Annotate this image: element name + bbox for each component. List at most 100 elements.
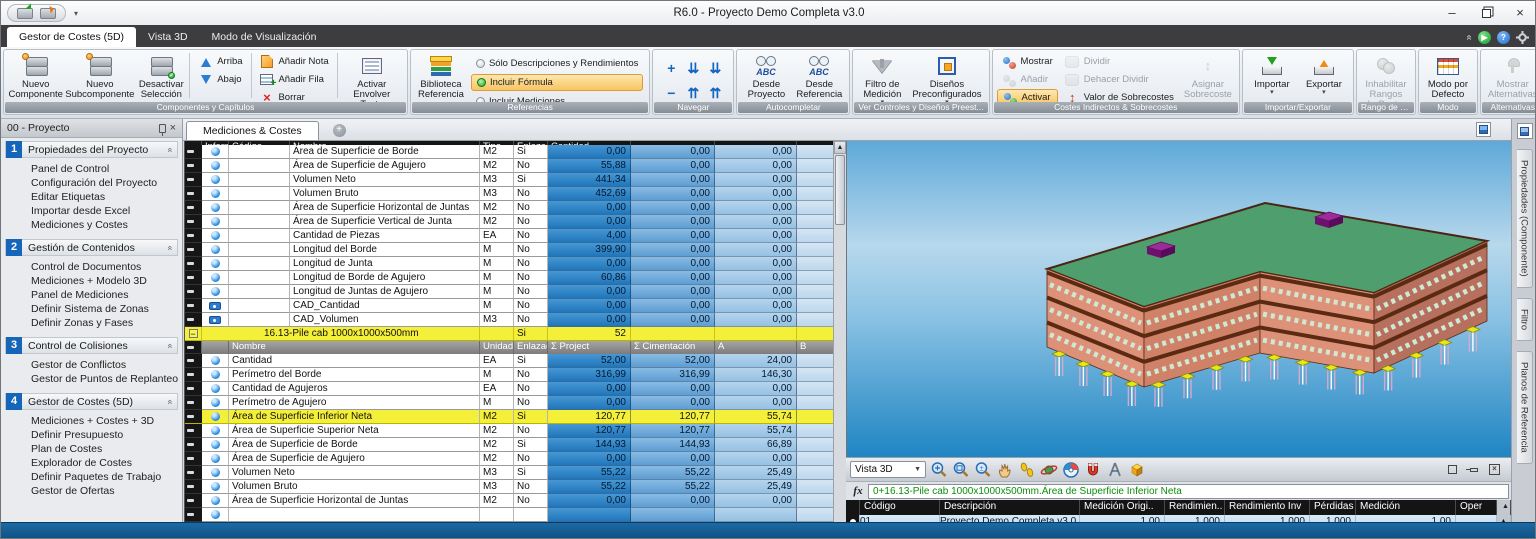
sidebar-item-mediciones-y-costes[interactable]: Mediciones y Costes (31, 218, 178, 232)
table-row[interactable]: Cantidad EA Si 52,00 52,00 24,00 (185, 354, 833, 368)
ribbon-tab-gestor-de-costes-5d[interactable]: Gestor de Costes (5D) (7, 27, 137, 47)
table-row[interactable]: CAD_Cantidad M No 0,00 0,00 0,00 (185, 299, 833, 313)
table-row[interactable]: Volumen Neto M3 Si 441,34 0,00 0,00 (185, 173, 833, 187)
magnet-snap-button[interactable] (1083, 460, 1103, 480)
zoom-dynamic-button[interactable] (929, 460, 949, 480)
pan-hand-button[interactable] (995, 460, 1015, 480)
nuevo-componente-button[interactable]: Nuevo Componente (8, 52, 63, 101)
viewport-pin-icon[interactable] (1465, 464, 1480, 476)
table-scrollbar[interactable]: ▲ (833, 141, 846, 522)
qat-customize-icon[interactable]: ▾ (74, 9, 78, 18)
sidebar-item-panel-de-mediciones[interactable]: Panel de Mediciones (31, 288, 178, 302)
desactivar-seleccion-button[interactable]: ✓ Desactivar Selección (136, 52, 186, 101)
table-row[interactable]: Cantidad de Agujeros EA No 0,00 0,00 0,00 (185, 382, 833, 396)
panel-close-icon[interactable]: × (170, 122, 176, 134)
collapse-ribbon-icon[interactable]: « (1464, 35, 1475, 41)
radio-incluir-formula[interactable]: Incluir Fórmula (470, 74, 644, 91)
table-row[interactable]: Perímetro del Borde M No 316,99 316,99 146,30 (185, 368, 833, 382)
anadir-nota-button[interactable]: Añadir Nota (254, 53, 333, 70)
table-row-selected[interactable]: Área de Superficie Inferior Neta M2 Si 120,… (185, 410, 833, 424)
table-row[interactable]: Área de Superficie Horizontal de Juntas M… (185, 201, 833, 215)
sidebar-item-definir-zonas-y-fases[interactable]: Definir Zonas y Fases (31, 316, 178, 330)
sidebar-item-gestor-de-puntos-de-replanteo[interactable]: Gestor de Puntos de Replanteo (31, 372, 178, 386)
sidebar-item-panel-de-control[interactable]: Panel de Control (31, 162, 178, 176)
table-row[interactable]: Perímetro de Agujero M No 0,00 0,00 0,00 (185, 396, 833, 410)
group-row-pile-cap[interactable]: −16.13-Pile cab 1000x1000x500mm Si 52 (185, 327, 833, 341)
viewport-close-icon[interactable]: × (1488, 464, 1501, 476)
table-row[interactable]: Volumen Bruto M3 No 55,22 55,22 25,49 (185, 480, 833, 494)
sidebar-item-importar-desde-excel[interactable]: Importar desde Excel (31, 204, 178, 218)
importar-button[interactable]: Importar ▾ (1247, 52, 1297, 97)
sidebar-item-mediciones-modelo-3d[interactable]: Mediciones + Modelo 3D (31, 274, 178, 288)
desde-referencia-button[interactable]: ABC Desde Referencia (793, 52, 845, 101)
modo-por-defecto-button[interactable]: Modo por Defecto (1423, 52, 1473, 101)
navigation-wheel-button[interactable] (1061, 460, 1081, 480)
table-row[interactable]: Área de Superficie de Agujero M2 No 55,88 0,… (185, 159, 833, 173)
table-row[interactable]: Volumen Bruto M3 No 452,69 0,00 0,00 (185, 187, 833, 201)
jump-down-button[interactable]: ⇊ (710, 61, 722, 75)
pin-icon[interactable] (158, 123, 166, 136)
orbit-mode-button[interactable] (1039, 460, 1059, 480)
radio-solo-descripciones-y-rendimientos[interactable]: Sólo Descripciones y Rendimientos (471, 55, 643, 72)
table-row[interactable]: Área de Superficie Horizontal de Juntas M… (185, 494, 833, 508)
table-row[interactable]: Longitud de Borde de Agujero M No 60,86 0,00… (185, 271, 833, 285)
sidebar-item-control-de-documentos[interactable]: Control de Documentos (31, 260, 178, 274)
tab-mediciones-costes[interactable]: Mediciones & Costes (186, 121, 319, 140)
formula-input[interactable]: 0+16.13-Pile cab 1000x1000x500mm.Área de… (868, 483, 1509, 499)
mostrar-button[interactable]: Mostrar (997, 53, 1058, 70)
nuevo-subcomponente-button[interactable]: Nuevo Subcomponente (65, 52, 134, 101)
gear-icon[interactable] (1516, 31, 1529, 44)
section-header-gestor-de-costes-5d[interactable]: 4 Gestor de Costes (5D) « (5, 393, 178, 410)
view-selector-dropdown[interactable]: Vista 3D ▼ (850, 461, 926, 478)
help-icon[interactable]: ? (1497, 31, 1510, 44)
table-row[interactable]: Longitud de Junta M No 0,00 0,00 0,00 (185, 257, 833, 271)
sidebar-item-gestor-de-ofertas[interactable]: Gestor de Ofertas (31, 484, 178, 498)
table-row[interactable]: Área de Superficie de Borde M2 Si 144,93 144… (185, 438, 833, 452)
filtro-de-medicion-button[interactable]: Filtro de Medición▾ (857, 52, 907, 107)
quick-save-icon[interactable] (17, 7, 33, 19)
viewport-maximize-icon[interactable] (1446, 464, 1459, 476)
table-row[interactable]: CAD_Volumen M3 No 0,00 0,00 0,00 (185, 313, 833, 327)
sidebar-item-definir-presupuesto[interactable]: Definir Presupuesto (31, 428, 178, 442)
close-button[interactable]: × (1503, 1, 1535, 25)
disenos-preconfigurados-button[interactable]: Diseños Preconfigurados▾ (909, 52, 984, 107)
side-tab-filtro[interactable]: Filtro (1516, 297, 1533, 341)
sidebar-item-explorador-de-costes[interactable]: Explorador de Costes (31, 456, 178, 470)
table-row[interactable]: Longitud del Borde M No 399,90 0,00 0,00 (185, 243, 833, 257)
collapse-chevron-icon[interactable]: « (165, 399, 175, 404)
side-tab-propiedades-componente[interactable]: Propiedades (Componente) (1516, 149, 1533, 288)
panel-menu-button[interactable] (1516, 123, 1533, 139)
add-tab-icon[interactable]: + (332, 124, 346, 137)
collapse-minus-icon[interactable]: − (188, 329, 198, 339)
walk-mode-button[interactable] (1017, 460, 1037, 480)
scrollbar-thumb[interactable] (835, 155, 845, 225)
scroll-up-icon[interactable]: ▲ (834, 141, 846, 154)
table-row[interactable] (185, 508, 833, 522)
sidebar-item-editar-etiquetas[interactable]: Editar Etiquetas (31, 190, 178, 204)
table-row[interactable]: Longitud de Juntas de Agujero M No 0,00 0,00… (185, 285, 833, 299)
restore-button[interactable] (1469, 1, 1503, 25)
table-row[interactable]: Área de Superficie Superior Neta M2 No 120,… (185, 424, 833, 438)
page-down-button[interactable]: ⇊ (688, 61, 700, 75)
jump-up-button[interactable]: ⇈ (710, 86, 722, 100)
zoom-window-button[interactable] (951, 460, 971, 480)
table-row[interactable]: Área de Superficie de Agujero M2 No 0,00 0,0… (185, 452, 833, 466)
sidebar-item-configuracion-del-proyecto[interactable]: Configuración del Proyecto (31, 176, 178, 190)
zoom-extents-button[interactable]: ± (973, 460, 993, 480)
abajo-button[interactable]: Abajo (193, 71, 247, 88)
quick-export-icon[interactable] (40, 7, 56, 19)
cube-3d-button[interactable] (1127, 460, 1147, 480)
measure-tool-button[interactable] (1105, 460, 1125, 480)
sidebar-item-gestor-de-conflictos[interactable]: Gestor de Conflictos (31, 358, 178, 372)
expand-plus-button[interactable]: + (667, 61, 675, 75)
minimize-button[interactable]: – (1435, 1, 1469, 25)
sidebar-item-plan-de-costes[interactable]: Plan de Costes (31, 442, 178, 456)
ribbon-tab-modo-de-visualizacion[interactable]: Modo de Visualización (200, 27, 329, 47)
section-header-gestion-de-contenidos[interactable]: 2 Gestión de Contenidos « (5, 239, 178, 256)
section-header-control-de-colisiones[interactable]: 3 Control de Colisiones « (5, 337, 178, 354)
desde-proyecto-button[interactable]: ABC Desde Proyecto (741, 52, 791, 101)
anadir-fila-button[interactable]: Añadir Fila (254, 71, 333, 89)
table-row[interactable]: Área de Superficie de Borde M2 Si 0,00 0,00 0… (185, 145, 833, 159)
sync-icon[interactable]: ▶ (1478, 31, 1491, 44)
section-header-propiedades-del-proyecto[interactable]: 1 Propiedades del Proyecto « (5, 141, 178, 158)
